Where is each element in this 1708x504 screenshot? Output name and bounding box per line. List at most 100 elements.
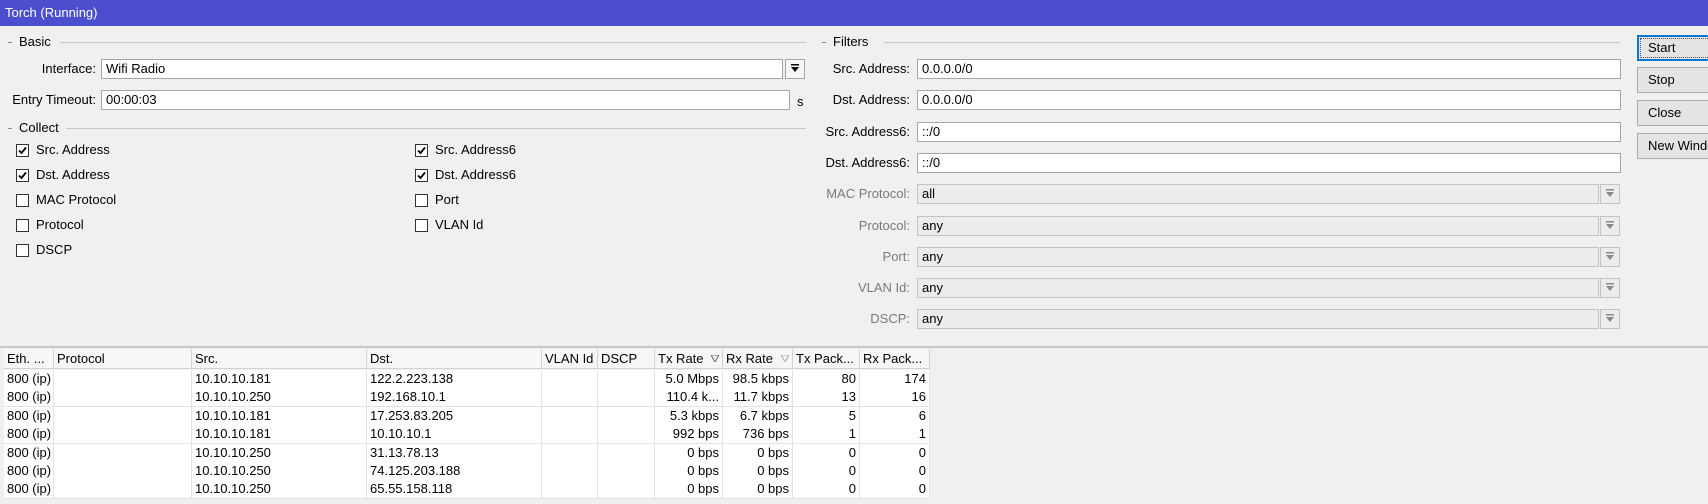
stop-button[interactable]: Stop (1637, 67, 1708, 93)
collect-label-src-address: Src. Address (36, 142, 110, 157)
table-cell: 736 bps (723, 425, 793, 444)
table-cell: 992 bps (655, 425, 723, 444)
column-header-src[interactable]: Src. (192, 349, 367, 369)
start-button[interactable]: Start (1637, 35, 1708, 61)
column-header-vlan-id[interactable]: VLAN Id (542, 349, 598, 369)
check-icon (417, 171, 426, 180)
column-header-label: Protocol (57, 351, 105, 366)
collect-checkbox-vlan-id[interactable] (415, 219, 428, 232)
table-cell: 5.3 kbps (655, 406, 723, 425)
table-cell: 0 bps (655, 443, 723, 462)
table-cell: 16 (860, 388, 930, 407)
sort-descending-icon (781, 355, 789, 362)
table-cell (598, 425, 655, 444)
table-row[interactable]: 800 (ip) 10.10.10.250 65.55.158.118 0 bps 0 … (4, 480, 930, 500)
table-cell: 13 (793, 388, 860, 407)
table-cell (54, 443, 192, 462)
entry-timeout-label: Entry Timeout: (12, 92, 96, 107)
new-window-button[interactable]: New Window (1637, 133, 1708, 159)
sort-descending-icon (711, 355, 719, 362)
collect-checkbox-mac-protocol[interactable] (16, 194, 29, 207)
table-cell: 98.5 kbps (723, 370, 793, 388)
column-header-label: Rx Pack... (863, 351, 923, 366)
column-header-rx-pack[interactable]: Rx Pack... (860, 349, 930, 369)
dropdown-arrow-icon (1606, 220, 1614, 229)
interface-select[interactable]: Wifi Radio (101, 59, 783, 79)
filter-label-port: Port: (882, 248, 910, 264)
table-cell: 800 (ip) (4, 388, 54, 407)
table-cell: 0 (793, 480, 860, 499)
table-cell: 0 (860, 480, 930, 499)
collect-checkbox-src-address[interactable] (16, 144, 29, 157)
table-cell: 11.7 kbps (723, 388, 793, 407)
dropdown-arrow-icon (1606, 283, 1614, 292)
filter-input-src-address[interactable]: 0.0.0.0/0 (917, 59, 1621, 79)
filter-input-dst-address[interactable]: 0.0.0.0/0 (917, 90, 1621, 111)
window-title: Torch (Running) (0, 0, 1708, 26)
filter-dropdown-button-port[interactable] (1600, 246, 1620, 267)
table-cell: 31.13.78.13 (367, 443, 542, 462)
table-cell: 10.10.10.181 (192, 425, 367, 444)
column-header-rx-rate[interactable]: Rx Rate (723, 349, 793, 369)
column-header-protocol[interactable]: Protocol (54, 349, 192, 369)
column-header-label: VLAN Id (545, 351, 594, 366)
entry-timeout-unit: s (797, 94, 804, 109)
column-header-tx-rate[interactable]: Tx Rate (655, 349, 723, 369)
collect-checkbox-dst-address6[interactable] (415, 169, 428, 182)
group-dash (8, 128, 12, 129)
column-header-eth[interactable]: Eth. ... (4, 349, 54, 369)
interface-label: Interface: (41, 61, 96, 76)
filters-group-title: Filters (828, 34, 874, 50)
filter-input-vlan-id[interactable]: any (917, 278, 1599, 299)
interface-dropdown-button[interactable] (785, 59, 805, 79)
close-button[interactable]: Close (1637, 100, 1708, 126)
collect-checkbox-port[interactable] (415, 194, 428, 207)
filter-label-protocol: Protocol: (858, 217, 910, 233)
column-header-dscp[interactable]: DSCP (598, 349, 655, 369)
collect-label-src-address6: Src. Address6 (435, 142, 516, 157)
filter-input-dscp[interactable]: any (917, 309, 1599, 330)
column-header-label: Rx Rate (726, 351, 773, 366)
collect-label-dst-address: Dst. Address (36, 167, 110, 182)
table-cell: 110.4 k... (655, 388, 723, 407)
filter-input-protocol[interactable]: any (917, 215, 1599, 236)
group-dash (8, 42, 12, 43)
filter-dropdown-button-dscp[interactable] (1600, 309, 1620, 330)
dropdown-arrow-icon (791, 64, 799, 72)
table-cell: 174 (860, 370, 930, 388)
column-header-tx-pack[interactable]: Tx Pack... (793, 349, 860, 369)
table-cell: 0 bps (723, 480, 793, 499)
table-row[interactable]: 800 (ip) 10.10.10.181 10.10.10.1 992 bps 736… (4, 425, 930, 445)
collect-checkbox-dst-address[interactable] (16, 169, 29, 182)
table-row[interactable]: 800 (ip) 10.10.10.181 17.253.83.205 5.3 kbp… (4, 406, 930, 426)
column-header-label: Tx Pack... (796, 351, 854, 366)
table-cell: 10.10.10.250 (192, 443, 367, 462)
table-cell: 0 bps (723, 462, 793, 480)
table-row[interactable]: 800 (ip) 10.10.10.250 74.125.203.188 0 bps 0… (4, 462, 930, 481)
table-cell (54, 425, 192, 444)
filter-input-port[interactable]: any (917, 246, 1599, 267)
table-cell (542, 370, 598, 388)
table-cell (54, 370, 192, 388)
filter-input-src-address6[interactable]: ::/0 (917, 121, 1621, 142)
filter-input-mac-protocol[interactable]: all (917, 184, 1599, 205)
collect-checkbox-src-address6[interactable] (415, 144, 428, 157)
entry-timeout-input[interactable]: 00:00:03 (101, 90, 790, 110)
table-row[interactable]: 800 (ip) 10.10.10.181 122.2.223.138 5.0 Mbp… (4, 370, 930, 389)
table-cell: 0 (793, 443, 860, 462)
filter-dropdown-button-vlan-id[interactable] (1600, 278, 1620, 299)
table-cell: 80 (793, 370, 860, 388)
table-row[interactable]: 800 (ip) 10.10.10.250 192.168.10.1 110.4 k.… (4, 388, 930, 408)
column-header-label: Dst. (370, 351, 394, 366)
filter-label-src-address: Src. Address: (832, 61, 910, 76)
collect-checkbox-protocol[interactable] (16, 219, 29, 232)
collect-group-title: Collect (14, 120, 64, 136)
table-cell: 10.10.10.250 (192, 462, 367, 480)
column-header-dst[interactable]: Dst. (367, 349, 542, 369)
filter-dropdown-button-mac-protocol[interactable] (1600, 184, 1620, 205)
collect-checkbox-dscp[interactable] (16, 244, 29, 257)
filter-input-dst-address6[interactable]: ::/0 (917, 152, 1621, 173)
filter-dropdown-button-protocol[interactable] (1600, 215, 1620, 236)
table-row[interactable]: 800 (ip) 10.10.10.250 31.13.78.13 0 bps 0 bp… (4, 443, 930, 463)
column-header-label: DSCP (601, 351, 638, 366)
